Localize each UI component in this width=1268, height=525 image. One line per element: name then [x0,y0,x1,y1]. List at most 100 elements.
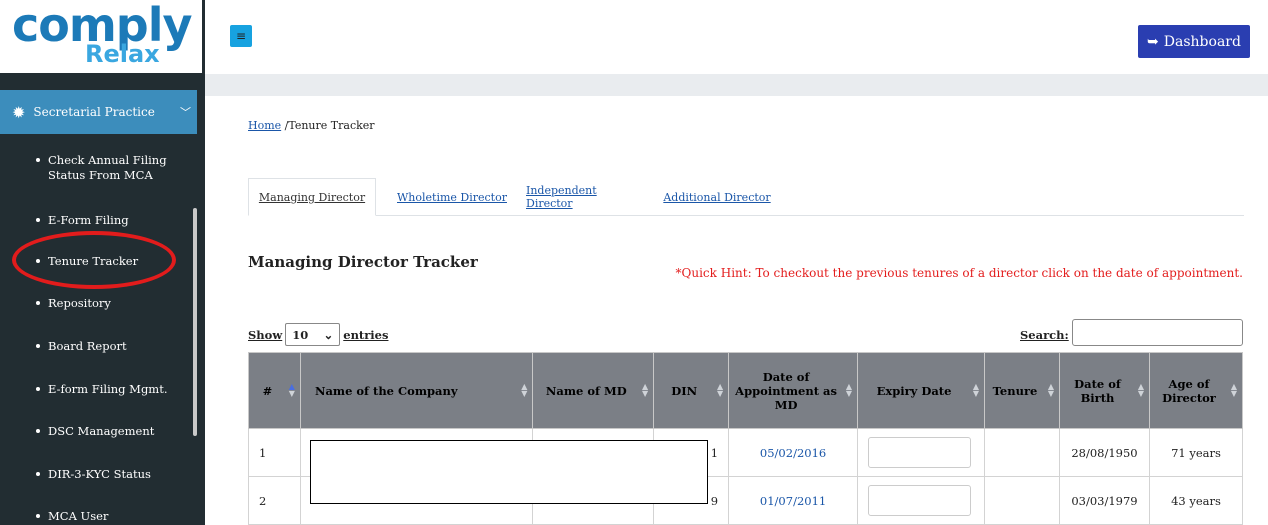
sidebar-scrollbar[interactable] [193,208,197,436]
sidebar-item-repository[interactable]: Repository [0,296,197,311]
sidebar-item-label: E-form Filing Mgmt. [48,382,168,396]
bullet-icon [36,301,40,305]
col-header-label: Name of the Company [314,383,458,398]
col-header-tenure[interactable]: Tenure ▲ ▼ [984,352,1060,429]
col-header-dob[interactable]: Date of Birth ▲ ▼ [1059,352,1150,429]
chevron-down-icon: ⌄ [323,327,334,342]
sidebar-item-mca-user[interactable]: MCA User [0,509,197,524]
sidebar-section-secretarial-practice[interactable]: ✹ Secretarial Practice ﹀ [0,90,197,134]
table-header-row: # ▲ ▼ Name of the Company ▲ ▼ Name of MD ▲… [248,352,1244,429]
sort-icon: ▲ ▼ [1230,382,1237,398]
logo[interactable]: comply Relax [0,0,205,73]
expiry-date-input[interactable] [868,485,972,516]
sidebar-item-label: DIR-3-KYC Status [48,467,151,481]
sort-icon: ▲ ▼ [845,382,853,398]
sidebar-item-label: Repository [48,296,111,310]
breadcrumb-home-link[interactable]: Home [248,119,281,132]
bullet-icon [36,344,40,348]
highlight-annotation-circle [12,231,176,289]
col-header-label: Date of Appointment as MD [735,369,837,412]
breadcrumb: Home /Tenure Tracker [248,119,375,132]
cell-expiry [857,428,986,477]
entries-label: entries [343,327,389,342]
tab-independent-director[interactable]: Independent Director [526,178,646,216]
expiry-date-input[interactable] [868,437,972,468]
col-header-label: Tenure [992,383,1038,398]
sidebar-section-label: Secretarial Practice [33,105,155,119]
col-header-label: DIN [671,383,698,398]
bullet-icon [36,158,40,162]
cell-number: 2 [248,476,301,525]
entries-select[interactable]: 10 ⌄ [285,323,341,346]
col-header-appointment[interactable]: Date of Appointment as MD ▲ ▼ [728,352,859,429]
logo-sub-text: Relax [85,40,160,68]
sort-icon: ▲ ▼ [972,382,980,398]
bullet-icon [36,472,40,476]
cell-appointment: 05/02/2016 [728,428,859,477]
cell-age: 71 years [1148,428,1244,477]
appointment-date-link[interactable]: 05/02/2016 [760,446,826,460]
col-header-expiry[interactable]: Expiry Date ▲ ▼ [857,352,986,429]
tab-managing-director[interactable]: Managing Director [248,178,376,216]
cell-age: 43 years [1148,476,1244,525]
sidebar-item-label: Board Report [48,339,127,353]
cell-dob: 03/03/1979 [1059,476,1150,525]
dashboard-button[interactable]: ➥ Dashboard [1138,25,1250,58]
bullet-icon [36,429,40,433]
top-bar: ≡ ➥ Dashboard [205,0,1268,74]
sidebar-item-label: MCA User [48,509,109,523]
show-label: Show [248,327,283,342]
cell-expiry [857,476,986,525]
cell-number: 1 [248,428,301,477]
col-header-label: Expiry Date [876,383,952,398]
sidebar-item-label: E-Form Filing [48,213,129,227]
col-header-label: Name of MD [545,383,627,398]
sidebar-item-label: DSC Management [48,424,155,438]
quick-hint: *Quick Hint: To checkout the previous te… [675,266,1243,280]
search-label: Search: [1020,328,1069,342]
col-header-label: Date of Birth [1074,376,1121,405]
gear-icon: ✹ [12,102,26,122]
sidebar-item-e-form-filing[interactable]: E-Form Filing [0,213,197,228]
sort-icon: ▲ ▼ [1137,382,1144,398]
sidebar-item-check-annual-filing[interactable]: Check Annual Filing Status From MCA [0,153,197,183]
redaction-box [310,440,708,504]
col-header-md-name[interactable]: Name of MD ▲ ▼ [532,352,655,429]
entries-select-value: 10 [292,327,309,342]
col-header-age[interactable]: Age of Director ▲ ▼ [1148,352,1244,429]
sidebar-item-label: Check Annual Filing Status From MCA [48,153,167,182]
col-header-label: Age of Director [1162,376,1216,405]
page-title: Managing Director Tracker [248,253,478,271]
appointment-date-link[interactable]: 01/07/2011 [760,494,826,508]
bullet-icon [36,387,40,391]
col-header-company[interactable]: Name of the Company ▲ ▼ [299,352,534,429]
cell-tenure [984,476,1060,525]
cell-tenure [984,428,1060,477]
director-tabs: Managing Director Wholetime Director Ind… [248,178,1244,216]
sign-out-icon: ➥ [1147,33,1159,50]
sort-icon: ▲ ▼ [288,382,295,398]
bullet-icon [36,218,40,222]
cell-appointment: 01/07/2011 [728,476,859,525]
breadcrumb-current: Tenure Tracker [288,119,375,132]
dashboard-button-label: Dashboard [1163,33,1241,50]
sidebar-item-dir-3-kyc-status[interactable]: DIR-3-KYC Status [0,467,197,482]
sort-icon: ▲ ▼ [716,382,724,398]
hamburger-icon: ≡ [235,29,247,43]
col-header-number[interactable]: # ▲ ▼ [248,352,301,429]
sidebar: comply Relax ✹ Secretarial Practice ﹀ Ch… [0,0,205,525]
sidebar-item-board-report[interactable]: Board Report [0,339,197,354]
sidebar-item-dsc-management[interactable]: DSC Management [0,424,197,439]
sidebar-item-e-form-filing-mgmt[interactable]: E-form Filing Mgmt. [0,382,197,397]
menu-toggle-button[interactable]: ≡ [230,25,252,47]
bullet-icon [36,514,40,518]
entries-control: Show 10 ⌄ entries [248,323,388,346]
tab-additional-director[interactable]: Additional Director [662,178,772,216]
col-header-label: # [262,383,273,398]
tab-wholetime-director[interactable]: Wholetime Director [390,178,514,216]
col-header-din[interactable]: DIN ▲ ▼ [653,352,730,429]
sort-icon: ▲ ▼ [1047,382,1054,398]
sort-icon: ▲ ▼ [642,382,649,398]
cell-dob: 28/08/1950 [1059,428,1150,477]
search-input[interactable] [1072,319,1243,346]
